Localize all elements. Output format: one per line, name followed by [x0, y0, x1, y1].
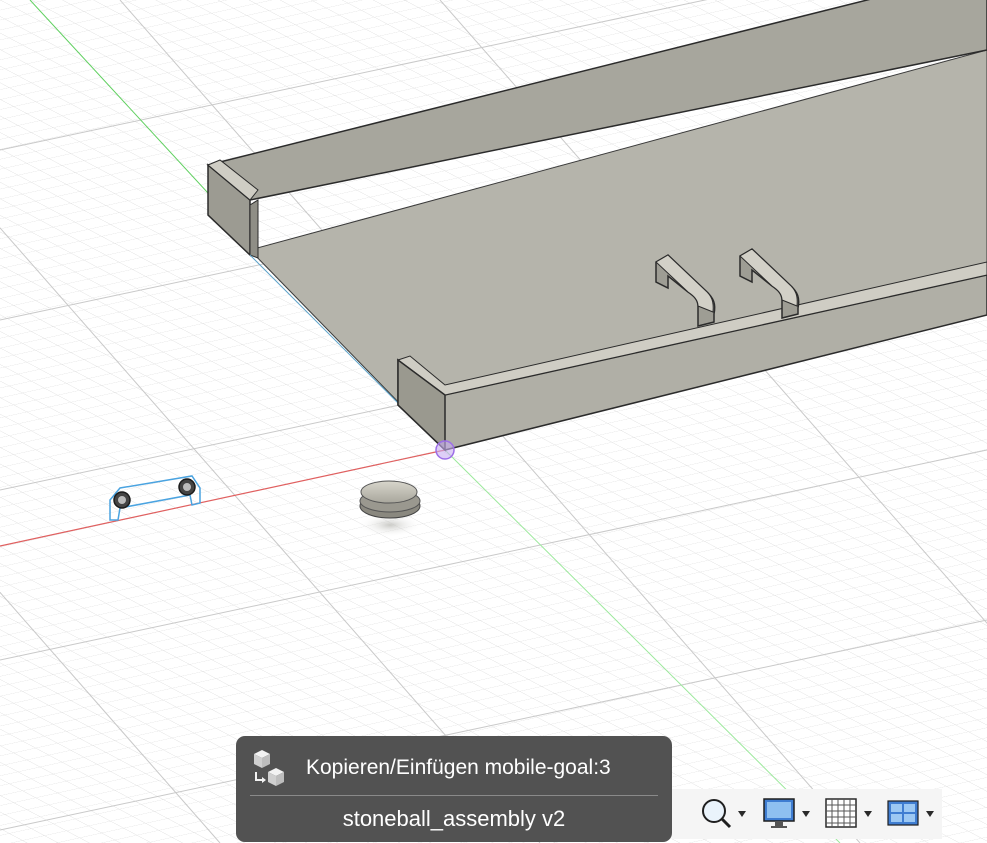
- copy-paste-icon: [254, 750, 284, 786]
- monitor-icon: [763, 798, 810, 828]
- zoom-button[interactable]: [698, 795, 746, 833]
- zoom-magnifier-icon: [702, 799, 746, 829]
- grid-settings-button[interactable]: [824, 795, 876, 833]
- toast-divider: [250, 795, 658, 796]
- document-name: stoneball_assembly v2: [342, 806, 566, 831]
- viewports-icon: [887, 800, 934, 826]
- display-settings-button[interactable]: [762, 795, 814, 833]
- navigation-toolbar: [660, 789, 942, 839]
- canvas-viewport[interactable]: [0, 0, 987, 843]
- grid-icon: [825, 798, 872, 828]
- viewports-button[interactable]: [886, 795, 938, 833]
- command-notification: Kopieren/Einfügen mobile-goal:3 stonebal…: [236, 736, 672, 842]
- command-label: Kopieren/Einfügen mobile-goal:3: [306, 756, 611, 779]
- stoneball-puck[interactable]: [358, 480, 422, 537]
- origin-point-marker[interactable]: [435, 440, 455, 460]
